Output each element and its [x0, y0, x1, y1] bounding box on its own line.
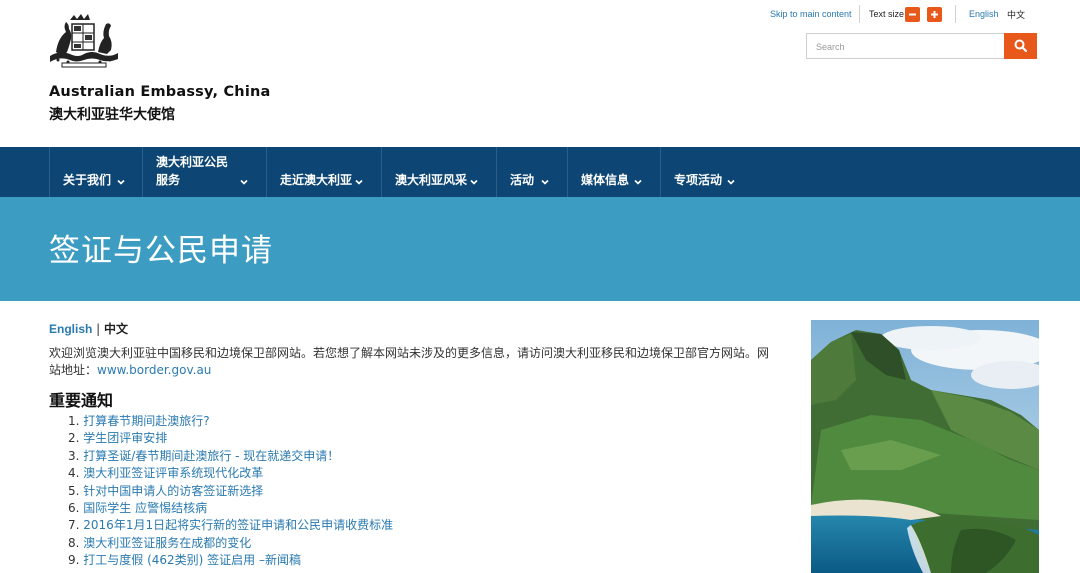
notice-link[interactable]: 澳大利亚签证评审系统现代化改革 [83, 466, 263, 480]
chevron-down-icon [469, 177, 479, 187]
language-separator: | [92, 322, 105, 336]
chevron-down-icon [633, 177, 643, 187]
language-chinese-link[interactable]: 中文 [1007, 8, 1025, 26]
nav-item-label: 走近澳大利亚 [280, 173, 353, 187]
page-title: 签证与公民申请 [49, 233, 273, 269]
important-notices-list: 1. 打算春节期间赴澳旅行? 2. 学生团评审安排 3. 打算圣诞/春节期间赴澳… [68, 413, 393, 570]
decrease-text-size-button[interactable] [905, 7, 920, 22]
list-item: 9. 打工与度假 (462类别) 签证启用 –新闻稿 [68, 553, 301, 568]
nav-item-label: 专项活动 [674, 173, 723, 187]
site-header: Australian Embassy, China 澳大利亚驻华大使馆 Skip… [0, 0, 1080, 147]
divider [955, 5, 956, 23]
content-language-switch: English | 中文 [49, 320, 128, 337]
chevron-down-icon [354, 177, 364, 187]
intro-text-address: 站地址： [49, 363, 98, 377]
nav-item-label: 关于我们 [63, 173, 112, 187]
intro-text: 欢迎浏览澳大利亚驻中国移民和边境保卫部网站。若您想了解本网站未涉及的更多信息，请… [49, 346, 770, 360]
nav-item-special-events[interactable]: 专项活动 [660, 147, 755, 197]
list-item: 5. 针对中国申请人的访客签证新选择 [68, 483, 264, 498]
notice-link[interactable]: 国际学生 应警惕结核病 [83, 501, 207, 515]
border-gov-link[interactable]: www.border.gov.au [97, 363, 211, 377]
list-item: 2. 学生团评审安排 [68, 431, 168, 446]
text-size-label: Text size [869, 9, 905, 19]
notice-link[interactable]: 澳大利亚签证服务在成都的变化 [83, 536, 251, 550]
list-item: 1. 打算春节期间赴澳旅行? [68, 414, 210, 428]
list-item: 7. 2016年1月1日起将实行新的签证申请和公民申请收费标准 [68, 518, 394, 533]
notice-link[interactable]: 打算春节期间赴澳旅行? [83, 414, 209, 428]
skip-to-main-link[interactable]: Skip to main content [770, 9, 852, 27]
content-english-link[interactable]: English [49, 322, 92, 336]
list-item: 8. 澳大利亚签证服务在成都的变化 [68, 535, 252, 550]
site-name[interactable]: Australian Embassy, China [49, 84, 271, 100]
content-chinese-label: 中文 [104, 322, 129, 336]
increase-text-size-button[interactable] [927, 7, 942, 22]
search-input[interactable]: Search [806, 33, 1005, 59]
page-banner: 签证与公民申请 [0, 197, 1080, 301]
notice-link[interactable]: 针对中国申请人的访客签证新选择 [83, 484, 263, 498]
chevron-down-icon [540, 177, 550, 187]
nav-item-about-us[interactable]: 关于我们 [49, 147, 138, 197]
island-landscape-photo [811, 320, 1039, 573]
notice-link[interactable]: 学生团评审安排 [83, 431, 167, 445]
chevron-down-icon [726, 177, 736, 187]
chevron-down-icon [239, 177, 249, 187]
nav-item-discover-australia[interactable]: 走近澳大利亚 [266, 147, 381, 197]
list-item: 4. 澳大利亚签证评审系统现代化改革 [68, 466, 264, 481]
notice-link[interactable]: 2016年1月1日起将实行新的签证申请和公民申请收费标准 [83, 518, 393, 532]
list-item: 3. 打算圣诞/春节期间赴澳旅行 - 现在就递交申请！ [68, 448, 340, 463]
important-notices-heading: 重要通知 [49, 391, 114, 410]
search-icon [1014, 39, 1027, 52]
nav-item-label: 澳大利亚风采 [395, 173, 468, 187]
plus-icon [931, 11, 938, 18]
site-name-chinese[interactable]: 澳大利亚驻华大使馆 [49, 104, 175, 124]
notice-link[interactable]: 打工与度假 (462类别) 签证启用 –新闻稿 [83, 553, 301, 567]
chevron-down-icon [116, 177, 126, 187]
nav-item-australia-style[interactable]: 澳大利亚风采 [381, 147, 496, 197]
nav-item-label: 澳大利亚公民 服务 [156, 155, 229, 187]
nav-item-label: 活动 [510, 173, 535, 187]
language-english-link[interactable]: English [969, 9, 999, 27]
nav-item-citizen-services[interactable]: 澳大利亚公民 服务 [142, 147, 266, 197]
minus-icon [909, 13, 916, 16]
notice-link[interactable]: 打算圣诞/春节期间赴澳旅行 - 现在就递交申请！ [83, 449, 339, 463]
search-button[interactable] [1004, 33, 1037, 59]
intro-paragraph: 欢迎浏览澳大利亚驻中国移民和边境保卫部网站。若您想了解本网站未涉及的更多信息，请… [49, 345, 789, 379]
nav-item-label: 媒体信息 [581, 173, 630, 187]
list-item: 6. 国际学生 应警惕结核病 [68, 501, 208, 516]
main-navigation: 关于我们 澳大利亚公民 服务 走近澳大利亚 澳大利亚风采 活动 媒体信息 专项活… [0, 147, 1080, 197]
nav-item-media[interactable]: 媒体信息 [567, 147, 660, 197]
coat-of-arms-logo[interactable] [48, 12, 120, 68]
divider [859, 5, 860, 23]
nav-item-events[interactable]: 活动 [496, 147, 567, 197]
